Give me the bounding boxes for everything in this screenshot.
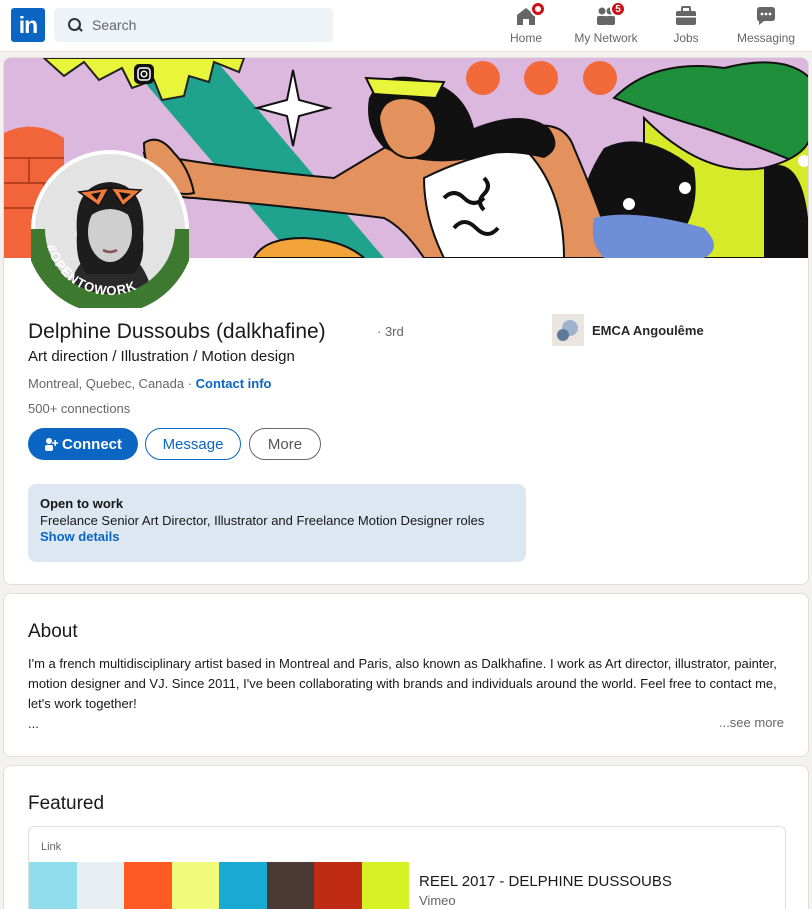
thumbnail-swatch (171, 862, 219, 909)
location-text: Montreal, Quebec, Canada (28, 376, 185, 391)
briefcase-icon (674, 4, 698, 28)
location-separator: · (184, 376, 196, 391)
show-details-link[interactable]: Show details (40, 529, 514, 544)
connect-button[interactable]: Connect (28, 428, 138, 460)
company-name: EMCA Angoulême (592, 322, 704, 338)
thumbnail-swatch (29, 862, 77, 909)
message-button[interactable]: Message (145, 428, 241, 460)
nav-messaging-label: Messaging (736, 31, 796, 45)
featured-item-type: Link (41, 841, 62, 853)
nav-home-label: Home (509, 31, 542, 45)
open-to-work-title: Open to work (40, 496, 124, 511)
featured-title: Featured (28, 793, 105, 814)
open-to-work-box: Open to work Freelance Senior Art Direct… (28, 484, 526, 562)
nav-messaging[interactable]: Messaging (736, 4, 796, 48)
messaging-icon (754, 4, 778, 28)
connect-button-label: Connect (62, 435, 122, 453)
thumbnail-swatch (124, 862, 172, 909)
nav-home[interactable]: Home (508, 1, 546, 48)
profile-location: Montreal, Quebec, Canada · Contact info (28, 376, 272, 391)
about-card: About I'm a french multidisciplinary art… (3, 593, 809, 757)
connection-degree: · 3rd (377, 324, 404, 339)
network-icon: 5 (594, 1, 626, 28)
open-to-work-roles: Freelance Senior Art Director, Illustrat… (40, 513, 485, 528)
about-title: About (28, 621, 78, 642)
search-bar[interactable]: Search (54, 8, 333, 42)
thumbnail-swatch (361, 862, 409, 909)
profile-name: Delphine Dussoubs (dalkhafine) (28, 320, 326, 343)
featured-item-source: Vimeo (419, 893, 456, 908)
featured-thumbnail (29, 862, 409, 909)
thumbnail-swatch (219, 862, 267, 909)
profile-card: #OPENTOWORK Delphine Dussoubs (dalkhafin… (3, 57, 809, 585)
add-person-icon (44, 437, 59, 451)
about-text: I'm a french multidisciplinary artist ba… (28, 654, 790, 734)
company-logo (552, 314, 584, 346)
linkedin-logo[interactable]: in (11, 8, 45, 42)
see-more-link[interactable]: ...see more (719, 715, 784, 730)
thumbnail-swatch (266, 862, 314, 909)
about-ellipsis: ... (28, 716, 39, 731)
more-button[interactable]: More (249, 428, 321, 460)
thumbnail-swatch (314, 862, 362, 909)
current-company[interactable]: EMCA Angoulême (552, 314, 704, 346)
network-notification-badge: 5 (610, 1, 626, 17)
featured-item-title: REEL 2017 - DELPHINE DUSSOUBS (419, 873, 672, 890)
contact-info-link[interactable]: Contact info (196, 376, 272, 391)
profile-headline: Art direction / Illustration / Motion de… (28, 348, 295, 365)
nav-jobs-label: Jobs (673, 31, 699, 45)
about-body: I'm a french multidisciplinary artist ba… (28, 656, 777, 711)
open-to-work-frame: #OPENTOWORK (31, 228, 189, 308)
profile-avatar[interactable]: #OPENTOWORK (31, 150, 189, 308)
nav-my-network[interactable]: 5 My Network (572, 1, 640, 48)
home-icon (514, 1, 546, 28)
nav-jobs[interactable]: Jobs (668, 4, 704, 48)
top-nav: in Search Home 5 My Network Jobs Messagi… (0, 0, 812, 52)
featured-card: Featured Link REEL 2017 - DELPHINE DUSSO… (3, 765, 809, 909)
connections-count[interactable]: 500+ connections (28, 401, 130, 416)
nav-my-network-label: My Network (574, 31, 638, 45)
thumbnail-swatch (76, 862, 124, 909)
search-placeholder: Search (92, 17, 137, 33)
home-notification-badge (530, 1, 546, 17)
search-icon (68, 18, 82, 32)
featured-link-item[interactable]: Link REEL 2017 - DELPHINE DUSSOUBS Vimeo (28, 826, 786, 909)
